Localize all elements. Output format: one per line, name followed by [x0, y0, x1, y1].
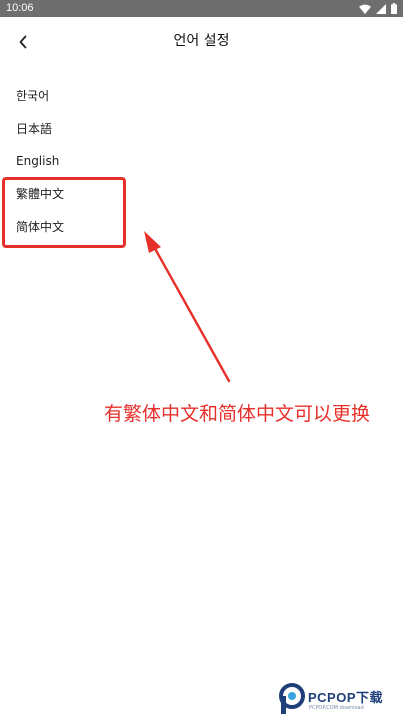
app-bar: 언어 설정: [0, 17, 403, 65]
watermark-brand: PCPOP下载: [308, 690, 384, 705]
status-time: 10:06: [6, 2, 34, 14]
page-title: 언어 설정: [173, 33, 230, 49]
pcpop-logo-icon: [279, 683, 305, 714]
language-option-korean[interactable]: 한국어: [0, 80, 403, 112]
status-icons: [359, 2, 397, 15]
annotation-highlight-box: [2, 177, 126, 248]
language-option-japanese[interactable]: 日本語: [0, 113, 403, 145]
language-option-english[interactable]: English: [0, 145, 403, 177]
annotation-text: 有繁体中文和简体中文可以更换: [104, 403, 371, 425]
watermark-tagline: PCPOP.COM download: [309, 705, 364, 711]
wifi-icon: [359, 4, 371, 14]
status-bar: 10:06: [0, 0, 403, 17]
signal-icon: [376, 3, 386, 14]
language-option-label: 한국어: [16, 89, 50, 103]
watermark: PCPOP下载 PCPOP.COM download: [278, 683, 400, 717]
language-option-label: English: [16, 154, 60, 168]
language-option-label: 日本語: [16, 122, 53, 136]
battery-icon: [391, 3, 397, 14]
